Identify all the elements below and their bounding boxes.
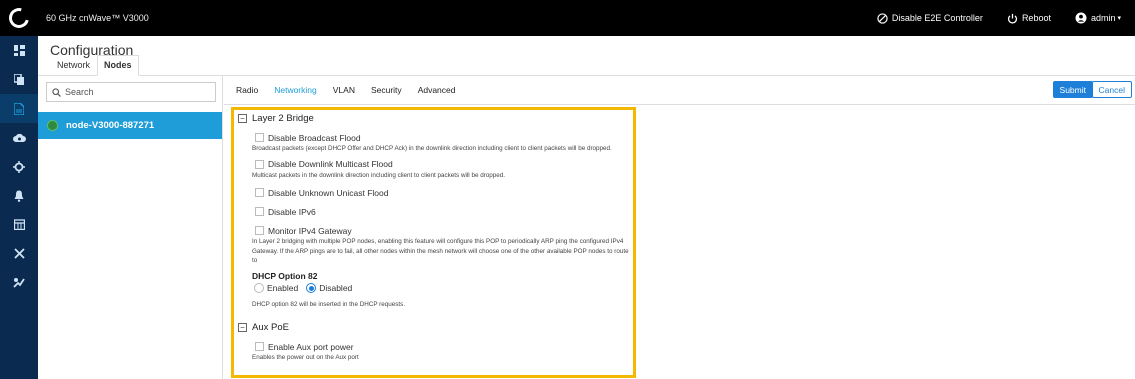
search-icon [52, 87, 61, 97]
aux-poe-header: − Aux PoE [238, 319, 633, 336]
unknown-unicast-checkbox[interactable] [255, 188, 264, 197]
node-list-panel: Search node-V3000-887271 [38, 76, 223, 379]
broadcast-flood-description: Broadcast packets (except DHCP Offer and… [252, 145, 612, 152]
node-name: node-V3000-887271 [66, 120, 155, 131]
unknown-unicast-label: Disable Unknown Unicast Flood [268, 187, 389, 198]
tab-radio[interactable]: Radio [236, 85, 258, 95]
monitor-gateway-label: Monitor IPv4 Gateway [268, 225, 352, 236]
search-input[interactable]: Search [46, 82, 216, 102]
dhcp-option-82-title: DHCP Option 82 [252, 270, 318, 281]
power-icon [1007, 13, 1018, 24]
tab-vlan[interactable]: VLAN [333, 85, 355, 95]
user-menu[interactable]: admin ▾ [1075, 12, 1121, 24]
icon-rail [0, 36, 38, 379]
rail-cloud[interactable] [0, 123, 38, 152]
page-title: Configuration [50, 42, 134, 58]
monitor-gateway-checkbox[interactable] [255, 226, 264, 235]
tools-icon [13, 248, 25, 259]
node-list-item[interactable]: node-V3000-887271 [38, 112, 222, 139]
caret-down-icon: ▾ [1117, 15, 1121, 22]
disable-ipv6-checkbox[interactable] [255, 207, 264, 216]
bell-icon [14, 190, 24, 202]
disable-e2e-label: Disable E2E Controller [891, 13, 983, 23]
aux-poe-title: Aux PoE [252, 322, 289, 333]
downlink-multicast-description: Multicast packets in the downlink direct… [252, 171, 506, 179]
monitor-gateway-description: In Layer 2 bridging with multiple POP no… [252, 238, 629, 264]
block-icon [877, 12, 888, 24]
dhcp-option-82-description: DHCP option 82 will be inserted in the D… [252, 300, 406, 308]
dhcp-enabled-label: Enabled [267, 283, 299, 293]
dhcp-disabled-label: Disabled [319, 283, 353, 293]
cambium-logo[interactable] [0, 0, 38, 36]
tab-advanced[interactable]: Advanced [418, 85, 456, 95]
search-placeholder: Search [65, 87, 94, 97]
tab-networking[interactable]: Networking [274, 85, 317, 95]
subtab-network[interactable]: Network [50, 55, 97, 76]
broadcast-flood-option: Disable Broadcast Flood [255, 131, 633, 144]
layer2-bridge-title: Layer 2 Bridge [252, 113, 314, 124]
content-area: Radio Networking VLAN Security Advanced … [224, 76, 1135, 379]
cloud-icon [12, 133, 26, 142]
rail-calendar[interactable] [0, 210, 38, 239]
layer2-bridge-header: − Layer 2 Bridge [238, 110, 633, 127]
rail-copy[interactable] [0, 65, 38, 94]
disable-ipv6-label: Disable IPv6 [268, 206, 316, 217]
copy-icon [13, 74, 24, 85]
dashboard-icon [13, 45, 25, 56]
networking-form: − Layer 2 Bridge Disable Broadcast Flood… [238, 110, 633, 363]
maintenance-icon [13, 278, 25, 288]
calendar-icon [13, 219, 25, 230]
rail-alerts[interactable] [0, 181, 38, 210]
document-icon [14, 102, 24, 115]
reboot-button[interactable]: Reboot [1007, 13, 1051, 24]
aux-port-power-description: Enables the power out on the Aux port [252, 354, 359, 361]
subtabs: Network Nodes [50, 55, 139, 76]
broadcast-flood-checkbox[interactable] [255, 133, 264, 142]
cancel-button[interactable]: Cancel [1091, 81, 1132, 98]
reboot-label: Reboot [1021, 13, 1051, 23]
aux-port-power-option: Enable Aux port power [255, 340, 633, 353]
aux-port-power-checkbox[interactable] [255, 342, 264, 351]
config-tabs: Radio Networking VLAN Security Advanced [224, 76, 1135, 105]
disable-e2e-controller-button[interactable]: Disable E2E Controller [877, 12, 983, 24]
downlink-multicast-label: Disable Downlink Multicast Flood [268, 159, 393, 169]
rail-tools[interactable] [0, 239, 38, 268]
submit-button[interactable]: Submit [1052, 81, 1093, 98]
app-title: 60 GHz cnWave™ V3000 [46, 13, 149, 23]
aux-port-power-label: Enable Aux port power [268, 341, 354, 352]
downlink-multicast-option: Disable Downlink Multicast Flood [255, 158, 633, 171]
node-status-icon [47, 120, 58, 131]
disable-ipv6-option: Disable IPv6 [255, 205, 633, 218]
broadcast-flood-label: Disable Broadcast Flood [268, 132, 361, 143]
top-bar: 60 GHz cnWave™ V3000 Disable E2E Control… [0, 0, 1135, 36]
user-name: admin [1090, 13, 1116, 23]
dhcp-option-82-radios: Enabled Disabled [254, 282, 633, 295]
unknown-unicast-option: Disable Unknown Unicast Flood [255, 186, 633, 199]
downlink-multicast-checkbox[interactable] [255, 159, 264, 169]
collapse-icon[interactable]: − [238, 114, 247, 123]
rail-maintenance[interactable] [0, 268, 38, 297]
page-header: Configuration Network Nodes [38, 36, 1135, 76]
subtab-nodes[interactable]: Nodes [97, 55, 139, 76]
collapse-icon[interactable]: − [238, 323, 247, 332]
monitor-gateway-option: Monitor IPv4 Gateway [255, 224, 633, 237]
main-area: Configuration Network Nodes Search node-… [38, 36, 1135, 379]
user-icon [1075, 12, 1087, 24]
dhcp-enabled-radio[interactable] [254, 283, 264, 293]
rail-configuration[interactable] [0, 94, 38, 123]
rail-network[interactable] [0, 152, 38, 181]
rail-dashboard[interactable] [0, 36, 38, 65]
dhcp-disabled-radio[interactable] [306, 283, 317, 293]
tab-security[interactable]: Security [371, 85, 402, 95]
network-icon [13, 160, 25, 173]
